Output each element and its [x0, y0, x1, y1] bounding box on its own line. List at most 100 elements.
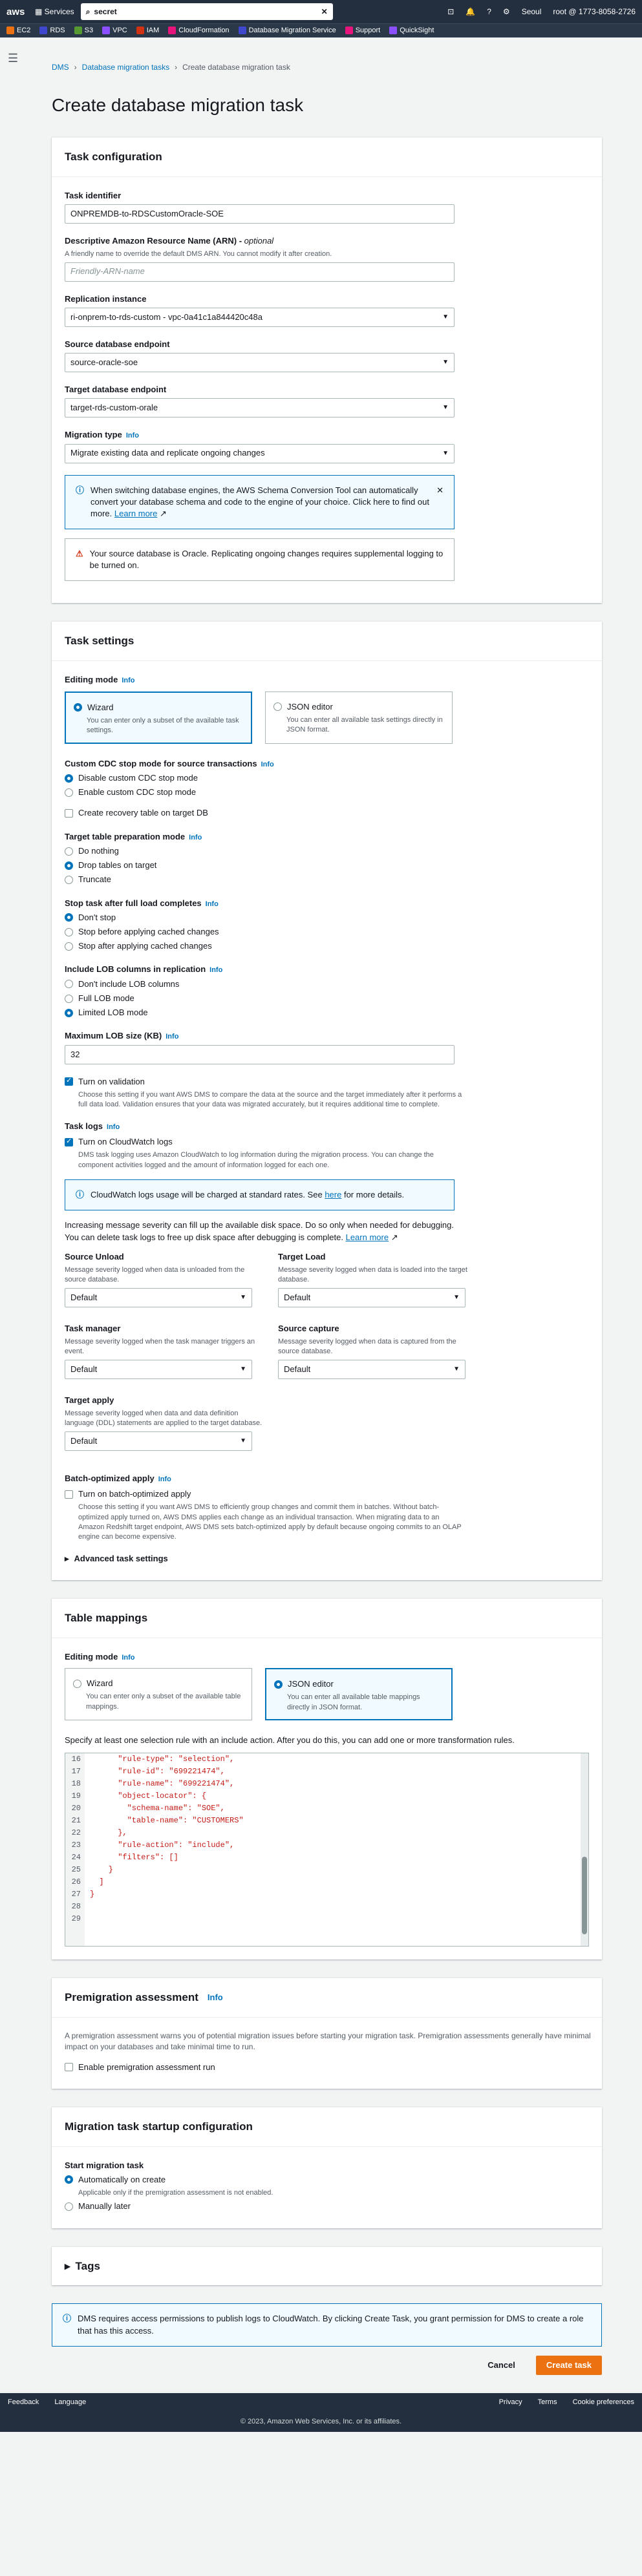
arn-input[interactable]: Friendly-ARN-name — [65, 262, 455, 282]
info-link[interactable]: Info — [189, 834, 202, 841]
wizard-tile[interactable]: Wizard You can enter only a subset of the… — [65, 691, 252, 744]
lob-full-radio[interactable]: Full LOB mode — [65, 993, 589, 1004]
notifications-icon[interactable]: 🔔 — [465, 6, 475, 17]
favorite-6[interactable]: Database Migration Service — [238, 26, 336, 36]
field-label: Stop task after full load completes Info — [65, 898, 219, 908]
caret-down-icon: ▼ — [240, 1293, 246, 1301]
tags-panel[interactable]: ▸ Tags — [52, 2246, 602, 2286]
lob-none-radio[interactable]: Don't include LOB columns — [65, 978, 589, 990]
favorite-0[interactable]: EC2 — [6, 26, 30, 36]
cookies-link[interactable]: Cookie preferences — [573, 2398, 634, 2407]
validation-checkbox[interactable]: Turn on validation — [65, 1076, 589, 1088]
stop-before-radio[interactable]: Stop before applying cached changes — [65, 926, 589, 938]
field-label: Migration type Info — [65, 430, 140, 440]
severity-select[interactable]: Default ▼ — [278, 1359, 465, 1379]
cloudshell-icon[interactable]: ⊡ — [447, 6, 454, 17]
replication-instance-select[interactable]: ri-onprem-to-rds-custom - vpc-0a41c1a844… — [65, 307, 455, 327]
line-number: 22 — [71, 1828, 81, 1838]
breadcrumb-dms[interactable]: DMS — [52, 62, 69, 73]
info-link[interactable]: Info — [122, 677, 134, 684]
code-line: "rule-name": "699221474", — [90, 1779, 235, 1789]
prep-drop-radio[interactable]: Drop tables on target — [65, 860, 589, 871]
code-line: "table-name": "CUSTOMERS" — [90, 1816, 244, 1826]
recovery-table-checkbox[interactable]: Create recovery table on target DB — [65, 807, 589, 819]
cdc-enable-radio[interactable]: Enable custom CDC stop mode — [65, 787, 589, 798]
privacy-link[interactable]: Privacy — [499, 2398, 522, 2407]
field-description: Message severity logged when data is loa… — [278, 1265, 467, 1284]
line-number: 17 — [71, 1767, 81, 1777]
json-editor-tile[interactable]: JSON editor You can enter all available t… — [265, 691, 453, 744]
learn-more-link[interactable]: Learn more — [346, 1232, 389, 1242]
info-link[interactable]: Info — [107, 1123, 120, 1131]
stop-after-radio[interactable]: Stop after applying cached changes — [65, 940, 589, 952]
prep-truncate-radio[interactable]: Truncate — [65, 874, 589, 885]
help-icon[interactable]: ? — [487, 6, 491, 17]
info-link[interactable]: Info — [208, 1992, 223, 2003]
clear-search-icon[interactable]: ✕ — [321, 6, 328, 17]
close-icon[interactable]: ✕ — [436, 485, 444, 520]
target-endpoint-select[interactable]: target-rds-custom-orale ▼ — [65, 398, 455, 418]
json-code-editor[interactable]: 16 17 18 19 20 21 22 23 24 25 26 27 28 29 "rule-type"… — [65, 1753, 589, 1947]
migration-type-select[interactable]: Migrate existing data and replicate ongo… — [65, 443, 455, 463]
favorite-4[interactable]: IAM — [136, 26, 159, 36]
learn-more-link[interactable]: Learn more — [114, 509, 157, 518]
settings-icon[interactable]: ⚙ — [503, 6, 510, 17]
feedback-link[interactable]: Feedback — [8, 2398, 39, 2407]
info-icon: ⓘ — [76, 1190, 85, 1200]
field-label: Task identifier — [65, 190, 122, 200]
task-identifier-input[interactable]: ONPREMDB-to-RDSCustomOracle-SOE — [65, 204, 455, 224]
info-link[interactable]: Info — [209, 966, 222, 974]
line-number: 29 — [71, 1914, 81, 1924]
line-number: 23 — [71, 1841, 81, 1850]
create-task-button[interactable]: Create task — [535, 2355, 602, 2375]
advanced-settings-toggle[interactable]: ▸ Advanced task settings — [65, 1553, 589, 1565]
services-menu[interactable]: ▦ Services — [35, 6, 74, 17]
favorite-3[interactable]: VPC — [102, 26, 127, 36]
info-link[interactable]: Info — [166, 1033, 178, 1040]
info-link[interactable]: Info — [158, 1475, 171, 1483]
severity-select[interactable]: Default ▼ — [65, 1359, 252, 1379]
terms-link[interactable]: Terms — [538, 2398, 557, 2407]
batch-label: Batch-optimized apply Info — [65, 1473, 171, 1483]
pricing-link[interactable]: here — [325, 1190, 341, 1199]
severity-select[interactable]: Default ▼ — [65, 1431, 252, 1451]
prep-do-nothing-radio[interactable]: Do nothing — [65, 845, 589, 857]
severity-select[interactable]: Default ▼ — [278, 1287, 465, 1307]
start-manual-radio[interactable]: Manually later — [65, 2201, 589, 2212]
cdc-disable-radio[interactable]: Disable custom CDC stop mode — [65, 772, 589, 784]
batch-apply-checkbox[interactable]: Turn on batch-optimized apply — [65, 1488, 589, 1500]
cancel-button[interactable]: Cancel — [477, 2356, 526, 2375]
severity-select[interactable]: Default ▼ — [65, 1287, 252, 1307]
source-endpoint-select[interactable]: source-oracle-soe ▼ — [65, 352, 455, 372]
premigration-checkbox[interactable]: Enable premigration assessment run — [65, 2062, 589, 2073]
start-auto-radio[interactable]: Automatically on create — [65, 2174, 589, 2186]
radio-selected — [74, 703, 82, 712]
info-link[interactable]: Info — [261, 761, 274, 768]
info-link[interactable]: Info — [206, 900, 219, 908]
favorite-8[interactable]: QuickSight — [389, 26, 434, 36]
search-input[interactable]: ⌕ secret ✕ — [80, 3, 333, 20]
code-line: "rule-id": "699221474", — [90, 1767, 225, 1777]
stop-dont-radio[interactable]: Don't stop — [65, 912, 589, 924]
breadcrumb-tasks[interactable]: Database migration tasks — [82, 62, 169, 73]
lob-limited-radio[interactable]: Limited LOB mode — [65, 1007, 589, 1019]
region-selector[interactable]: Seoul — [522, 6, 542, 17]
mapping-wizard-tile[interactable]: Wizard You can enter only a subset of the… — [65, 1668, 252, 1721]
language-link[interactable]: Language — [54, 2398, 86, 2407]
mapping-json-tile[interactable]: JSON editor You can enter all available t… — [265, 1668, 453, 1721]
info-link[interactable]: Info — [122, 1654, 134, 1662]
cloudwatch-checkbox[interactable]: Turn on CloudWatch logs — [65, 1136, 589, 1148]
scrollbar[interactable] — [581, 1753, 588, 1947]
favorite-7[interactable]: Support — [345, 26, 380, 36]
favorite-2[interactable]: S3 — [74, 26, 93, 36]
lob-size-input[interactable]: 32 — [65, 1044, 455, 1064]
menu-icon[interactable]: ☰ — [8, 50, 18, 67]
field-description: Message severity logged when the task ma… — [65, 1337, 255, 1356]
aws-logo[interactable]: aws — [6, 5, 28, 19]
favorite-1[interactable]: RDS — [39, 26, 65, 36]
account-menu[interactable]: root @ 1773-8058-2726 — [553, 6, 636, 17]
line-number: 27 — [71, 1890, 81, 1899]
info-link[interactable]: Info — [126, 432, 139, 439]
favorite-5[interactable]: CloudFormation — [168, 26, 230, 36]
field-label: Editing mode Info — [65, 1651, 135, 1662]
